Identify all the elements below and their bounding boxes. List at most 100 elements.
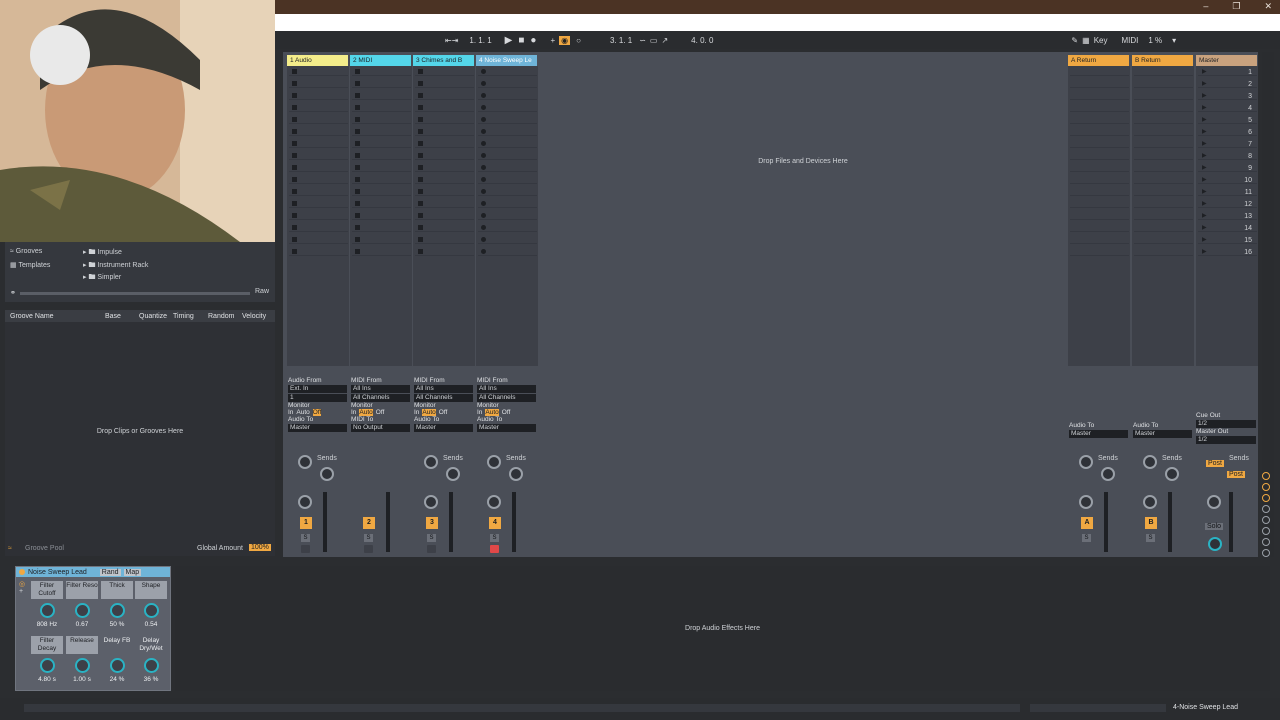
macro-knob[interactable] (144, 658, 159, 673)
macro-control[interactable]: Filter Reso 0.67 (66, 581, 98, 628)
send-b-knob[interactable] (1101, 467, 1115, 481)
minimize-icon[interactable]: – (1203, 1, 1208, 12)
stop-clip-icon[interactable] (418, 201, 423, 206)
monitor-off-button[interactable]: Off (376, 409, 385, 416)
clip-slot[interactable] (1070, 234, 1129, 244)
automation-arm-icon[interactable]: ◉ (559, 35, 571, 45)
key-map-button[interactable]: Key (1094, 36, 1108, 45)
scene-number[interactable]: 14 (1196, 225, 1256, 232)
clip-slot[interactable] (415, 186, 474, 196)
clip-slot[interactable] (1134, 210, 1193, 220)
solo-button[interactable]: S (1082, 534, 1091, 542)
pan-knob[interactable] (1079, 495, 1093, 509)
macro-control[interactable]: Delay FB 24 % (101, 636, 133, 683)
stop-clip-icon[interactable] (418, 105, 423, 110)
clip-slot[interactable] (1070, 66, 1129, 76)
monitor-off-button[interactable]: Off (502, 409, 511, 416)
clip-slot[interactable] (415, 78, 474, 88)
clip-slot[interactable] (415, 150, 474, 160)
stop-clip-icon[interactable] (355, 81, 360, 86)
macro-control[interactable]: Filter Decay 4.80 s (31, 636, 63, 683)
send-b-knob[interactable] (446, 467, 460, 481)
stop-clip-icon[interactable] (355, 237, 360, 242)
clip-slot[interactable] (415, 102, 474, 112)
crossfader-icon[interactable] (1262, 538, 1270, 546)
clip-slot[interactable] (1070, 222, 1129, 232)
stop-clip-icon[interactable] (418, 165, 423, 170)
stop-clip-icon[interactable] (292, 129, 297, 134)
monitor-in-button[interactable]: In (414, 409, 419, 416)
midi-from-select[interactable]: All Ins (414, 385, 473, 393)
macro-knob[interactable] (110, 658, 125, 673)
midi-map-button[interactable]: MIDI (1121, 36, 1138, 45)
macro-control[interactable]: Delay Dry/Wet 36 % (135, 636, 167, 683)
record-icon[interactable]: ● (530, 35, 536, 46)
stop-clip-icon[interactable] (418, 93, 423, 98)
stop-clip-icon[interactable] (292, 81, 297, 86)
clip-slot[interactable] (352, 90, 411, 100)
io-icon[interactable] (1262, 494, 1270, 502)
loop-options-icon[interactable]: ○ (576, 36, 581, 45)
pan-knob[interactable] (298, 495, 312, 509)
solo-button[interactable]: S (1146, 534, 1155, 542)
monitor-off-button[interactable]: Off (312, 409, 322, 416)
loop-icon[interactable]: ▭ (650, 36, 658, 45)
stop-clip-icon[interactable] (292, 165, 297, 170)
clip-icon[interactable] (1262, 483, 1270, 491)
arm-button[interactable] (427, 545, 436, 553)
scene-number[interactable]: 6 (1196, 129, 1256, 136)
record-clip-icon[interactable] (481, 189, 486, 194)
clip-slot[interactable] (289, 210, 348, 220)
macro-knob[interactable] (75, 603, 90, 618)
record-clip-icon[interactable] (481, 153, 486, 158)
clip-slot[interactable] (352, 186, 411, 196)
stop-clip-icon[interactable] (355, 105, 360, 110)
clip-slot[interactable] (415, 126, 474, 136)
master-volume-knob[interactable] (1207, 495, 1221, 509)
stop-clip-icon[interactable] (355, 69, 360, 74)
solo-button[interactable]: S (301, 534, 310, 542)
clip-slot[interactable] (1134, 198, 1193, 208)
arm-button[interactable] (490, 545, 499, 553)
stop-clip-icon[interactable] (418, 249, 423, 254)
stop-clip-icon[interactable] (418, 141, 423, 146)
record-clip-icon[interactable] (481, 81, 486, 86)
clip-slot[interactable] (1134, 114, 1193, 124)
stop-clip-icon[interactable] (355, 249, 360, 254)
clip-slot[interactable] (289, 114, 348, 124)
scene-number[interactable]: 16 (1196, 249, 1256, 256)
pan-knob[interactable] (1143, 495, 1157, 509)
restore-icon[interactable]: ❐ (1232, 1, 1240, 12)
clip-slot[interactable] (352, 222, 411, 232)
close-icon[interactable]: ✕ (1264, 1, 1272, 12)
preview-waveform[interactable] (20, 292, 250, 295)
midi-from-select[interactable]: All Ins (477, 385, 536, 393)
send-a-knob[interactable] (298, 455, 312, 469)
stop-clip-icon[interactable] (292, 201, 297, 206)
clip-slot[interactable] (1070, 114, 1129, 124)
chevron-down-icon[interactable]: ▾ (1172, 36, 1176, 45)
record-clip-icon[interactable] (481, 117, 486, 122)
stop-clip-icon[interactable] (355, 141, 360, 146)
record-clip-icon[interactable] (481, 69, 486, 74)
clip-slot[interactable] (1134, 174, 1193, 184)
clip-slot[interactable] (478, 174, 537, 184)
clip-slot[interactable] (289, 90, 348, 100)
cue-out-select[interactable]: 1/2 (1196, 420, 1256, 428)
record-clip-icon[interactable] (481, 129, 486, 134)
clip-slot[interactable] (415, 210, 474, 220)
stop-clip-icon[interactable] (355, 177, 360, 182)
macro-control[interactable]: Filter Cutoff 808 Hz (31, 581, 63, 628)
clip-slot[interactable] (478, 246, 537, 256)
clip-slot[interactable] (352, 210, 411, 220)
clip-slot[interactable] (1134, 78, 1193, 88)
record-clip-icon[interactable] (481, 177, 486, 182)
clip-slot[interactable] (1134, 66, 1193, 76)
scene-number[interactable]: 11 (1196, 189, 1256, 196)
clip-slot[interactable] (415, 222, 474, 232)
send-b-knob[interactable] (1165, 467, 1179, 481)
track-activator-button[interactable]: 4 (489, 517, 501, 529)
browser-item-templates[interactable]: ▦ Templates (10, 261, 50, 269)
track-header-chimes[interactable]: 3 Chimes and B (413, 55, 474, 66)
stop-clip-icon[interactable] (355, 201, 360, 206)
